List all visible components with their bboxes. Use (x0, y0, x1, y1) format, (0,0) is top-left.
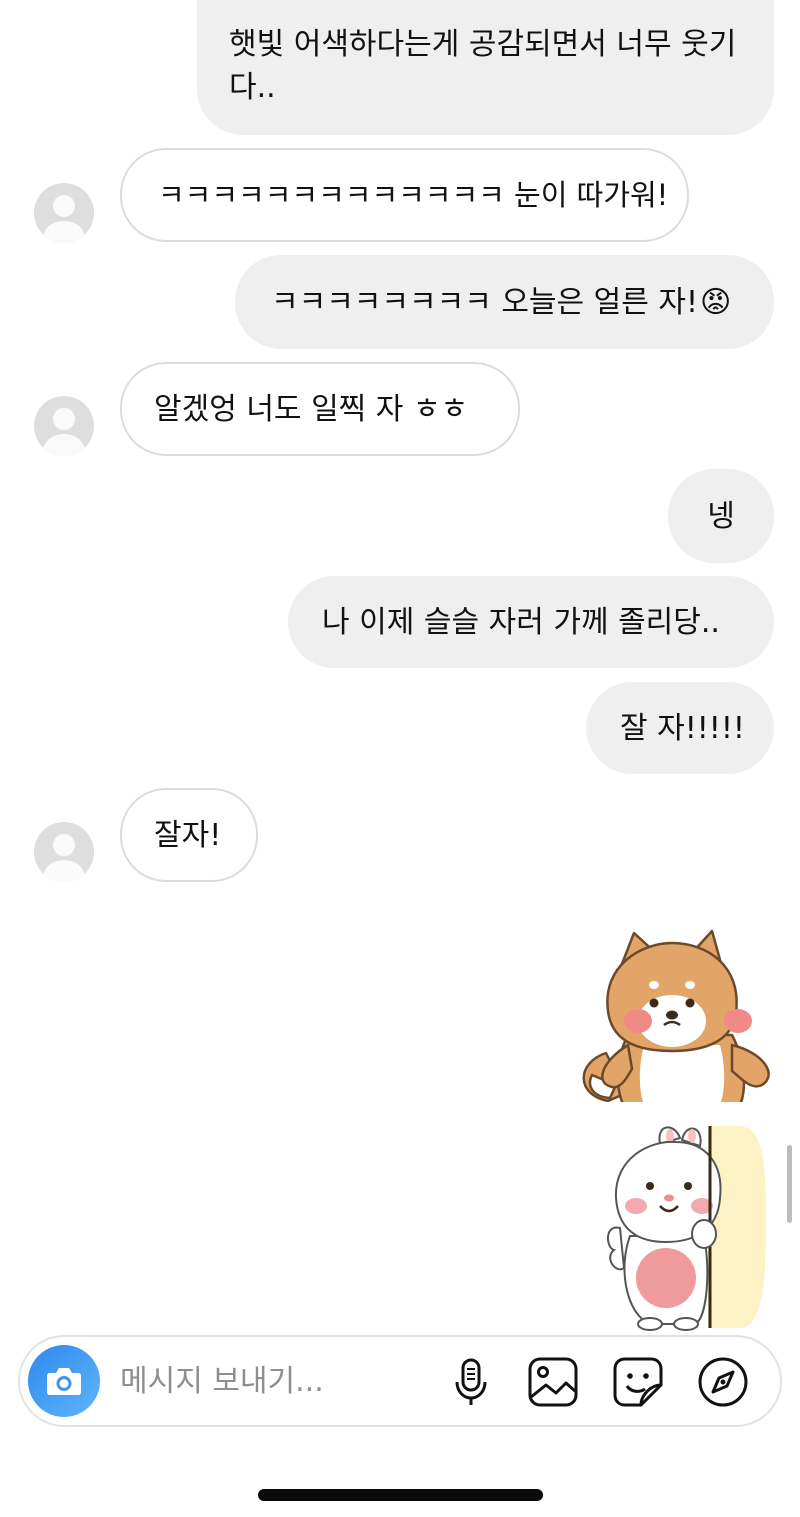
compass-button[interactable] (696, 1355, 750, 1409)
message-bubble-received[interactable]: ㅋㅋㅋㅋㅋㅋㅋㅋㅋㅋㅋㅋㅋ 눈이 따가워! (120, 148, 689, 242)
message-bubble-sent[interactable]: 나 이제 슬슬 자러 가께 졸리당.. (288, 576, 774, 668)
message-bubble-sent[interactable]: 잘 자!!!!! (586, 682, 774, 774)
angry-face-emoji: 😡 (700, 284, 732, 320)
message-input[interactable] (120, 1357, 420, 1405)
camera-icon (47, 1368, 81, 1395)
sticker-button[interactable] (611, 1355, 665, 1409)
message-bubble-sent[interactable]: ㅋㅋㅋㅋㅋㅋㅋㅋ 오늘은 얼른 자! 😡 (235, 255, 774, 349)
scrollbar[interactable] (787, 1145, 792, 1223)
avatar[interactable] (34, 396, 94, 456)
avatar[interactable] (34, 183, 94, 243)
message-text: 알겠엉 너도 일찍 자 ㅎㅎ (154, 391, 469, 427)
message-text: 넹 (707, 498, 735, 534)
shiba-dog-sticker[interactable] (572, 925, 776, 1105)
message-bubble-sent[interactable]: 햇빛 어색하다는게 공감되면서 너무 웃기다.. (197, 0, 774, 135)
microphone-button[interactable] (444, 1355, 498, 1409)
message-bubble-received[interactable]: 알겠엉 너도 일찍 자 ㅎㅎ (120, 362, 520, 456)
message-composer (18, 1335, 782, 1427)
compass-icon (698, 1357, 748, 1407)
avatar[interactable] (34, 822, 94, 882)
message-bubble-sent[interactable]: 넹 (668, 469, 774, 563)
microphone-icon (455, 1358, 487, 1405)
bunny-peek-sticker[interactable] (600, 1118, 768, 1332)
sticker-icon (613, 1357, 663, 1407)
camera-button[interactable] (28, 1345, 100, 1417)
message-text: ㅋㅋㅋㅋㅋㅋㅋㅋ 오늘은 얼른 자! (271, 284, 699, 320)
gallery-icon (528, 1357, 578, 1407)
gallery-button[interactable] (526, 1355, 580, 1409)
message-text: 햇빛 어색하다는게 공감되면서 너무 웃기다.. (229, 27, 737, 105)
message-bubble-received[interactable]: 잘자! (120, 788, 258, 882)
message-text: ㅋㅋㅋㅋㅋㅋㅋㅋㅋㅋㅋㅋㅋ 눈이 따가워! (158, 177, 669, 212)
home-indicator[interactable] (258, 1489, 543, 1501)
message-text: 나 이제 슬슬 자러 가께 졸리당.. (322, 604, 720, 640)
message-text: 잘자! (154, 817, 222, 853)
message-text: 잘 자!!!!! (620, 710, 745, 746)
